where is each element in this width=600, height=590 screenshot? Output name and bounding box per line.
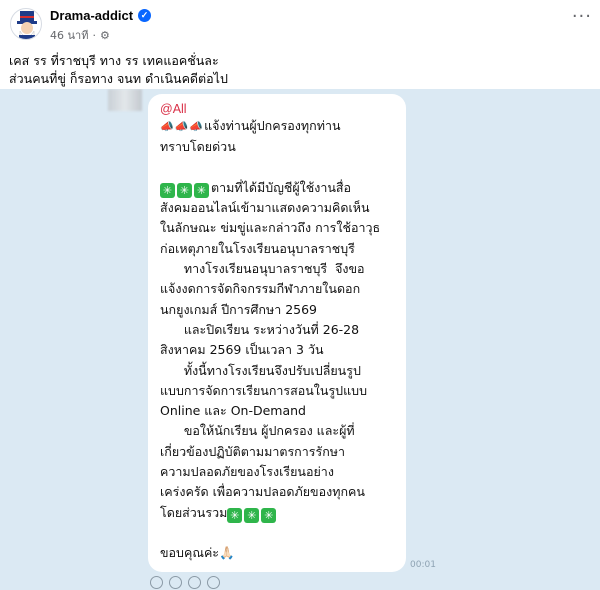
message-line-text: ในลักษณะ ข่มขู่และกล่าวถึง การใช้อาวุธ — [160, 220, 381, 236]
message-line: เคร่งครัด เพื่อความปลอดภัยของทุกคน — [160, 482, 394, 502]
message-line-text: โดยส่วนรวม — [160, 504, 228, 520]
post-meta: 46 นาที · ⚙ — [50, 26, 110, 44]
message-line-text: เกี่ยวข้องปฏิบัติตามมาตรการรักษา — [160, 443, 346, 459]
author-avatar[interactable] — [10, 8, 42, 40]
sparkle-emoji-icon: ✳ — [244, 507, 260, 523]
post-caption: เคส รร ที่ราชบุรี ทาง รร เทคแอคชั่นละ ส่… — [9, 52, 228, 88]
message-text: 📣📣📣แจ้งท่านผู้ปกครองทุกท่านทราบโดยด่วน ✳… — [160, 116, 394, 564]
message-line: Online และ On-Demand — [160, 401, 394, 421]
message-line-text: ทราบโดยด่วน — [160, 139, 236, 155]
message-line: เกี่ยวข้องปฏิบัติตามมาตรการรักษา — [160, 442, 394, 462]
reaction-icon — [169, 576, 182, 589]
message-line-text: ตามที่ได้มีบัญชีผู้ใช้งานสื่อ — [211, 179, 352, 195]
message-line: ก่อเหตุภายในโรงเรียนอนุบาลราชบุรี — [160, 239, 394, 259]
message-line: ขอบคุณค่ะ🙏🏻 — [160, 543, 394, 563]
author-name[interactable]: Drama-addict — [50, 8, 133, 23]
message-line: และปิดเรียน ระหว่างวันที่ 26-28 — [160, 320, 394, 340]
message-line: นกยูงเกมส์ ปีการศึกษา 2569 — [160, 300, 394, 320]
message-line-text: แบบการจัดการเรียนการสอนในรูปแบบ — [160, 382, 368, 398]
message-line: ขอให้นักเรียน ผู้ปกครอง และผู้ที่ — [160, 421, 394, 441]
sparkle-emoji-icon: ✳ — [227, 507, 243, 523]
verified-badge-icon: ✓ — [138, 9, 152, 22]
message-line: สิงหาคม 2569 เป็นเวลา 3 วัน — [160, 340, 394, 360]
message-time: 00:01 — [410, 560, 436, 570]
post-time[interactable]: 46 นาที — [50, 26, 88, 44]
sparkle-emoji-icon: ✳ — [261, 507, 277, 523]
message-line: ทั้งนี้ทางโรงเรียนจึงปรับเปลี่ยนรูป — [160, 361, 394, 381]
uncle-sam-avatar-icon — [17, 11, 37, 39]
message-line-text: แจ้งงดการจัดกิจกรรมกีฬาภายในดอก — [160, 281, 361, 297]
sparkle-emoji-icon: ✳ — [160, 182, 175, 198]
message-line-text: ขอบคุณค่ะ🙏🏻 — [160, 545, 235, 561]
message-line: โดยส่วนรวม ✳ ✳ ✳ — [160, 503, 394, 523]
audience-gear-icon[interactable]: ⚙ — [100, 29, 110, 42]
reaction-icon — [207, 576, 220, 589]
message-line-text: ทางโรงเรียนอนุบาลราชบุรี จึงขอ — [160, 261, 365, 277]
message-line-text — [160, 160, 164, 175]
reaction-icon — [188, 576, 201, 589]
message-line-text: แจ้งท่านผู้ปกครองทุกท่าน — [204, 118, 341, 133]
chat-screenshot[interactable]: @All 📣📣📣แจ้งท่านผู้ปกครองทุกท่านทราบโดยด… — [0, 89, 600, 590]
message-line-text: ขอให้นักเรียน ผู้ปกครอง และผู้ที่ — [160, 423, 355, 439]
caption-line: เคส รร ที่ราชบุรี ทาง รร เทคแอคชั่นละ — [9, 53, 219, 68]
message-line: ทางโรงเรียนอนุบาลราชบุรี จึงขอ — [160, 259, 394, 279]
message-line-text: และปิดเรียน ระหว่างวันที่ 26-28 — [160, 321, 360, 337]
caption-line: ส่วนคนที่ขู่ ก็รอทาง จนท ดำเนินคดีต่อไป — [9, 71, 228, 86]
message-line-text: สิงหาคม 2569 เป็นเวลา 3 วัน — [160, 342, 324, 358]
mention-all: @All — [160, 102, 187, 116]
message-line-text: สังคมออนไลน์เข้ามาแสดงความคิดเห็น — [160, 200, 370, 216]
reaction-icon — [150, 576, 163, 589]
blurred-sender-avatar — [108, 89, 142, 111]
message-bubble: @All 📣📣📣แจ้งท่านผู้ปกครองทุกท่านทราบโดยด… — [148, 94, 406, 572]
message-line-text: ความปลอดภัยของโรงเรียนอย่าง — [160, 464, 334, 480]
message-line: 📣📣📣แจ้งท่านผู้ปกครองทุกท่าน — [160, 116, 394, 137]
author-name-row: Drama-addict ✓ — [50, 8, 152, 23]
message-line-text: เคร่งครัด เพื่อความปลอดภัยของทุกคน — [160, 484, 365, 500]
message-line-text: นกยูงเกมส์ ปีการศึกษา 2569 — [160, 301, 318, 317]
message-line — [160, 523, 394, 543]
message-line: สังคมออนไลน์เข้ามาแสดงความคิดเห็น — [160, 198, 394, 218]
message-line: ทราบโดยด่วน — [160, 137, 394, 157]
sparkle-emoji-icon: ✳ — [177, 182, 192, 198]
message-line: ความปลอดภัยของโรงเรียนอย่าง — [160, 462, 394, 482]
message-line: ✳ ✳ ✳ ตามที่ได้มีบัญชีผู้ใช้งานสื่อ — [160, 178, 394, 198]
message-line-text: Online และ On-Demand — [160, 403, 306, 419]
message-line — [160, 158, 394, 178]
sparkle-emoji-icon: ✳ — [194, 182, 209, 198]
separator-dot: · — [92, 28, 96, 42]
megaphone-emoji-icon: 📣📣📣 — [160, 120, 205, 133]
message-line: ในลักษณะ ข่มขู่และกล่าวถึง การใช้อาวุธ — [160, 218, 394, 238]
message-line-text — [160, 525, 164, 540]
more-options-icon[interactable]: ··· — [572, 8, 592, 26]
message-line-text: ทั้งนี้ทางโรงเรียนจึงปรับเปลี่ยนรูป — [160, 362, 361, 378]
message-line: แบบการจัดการเรียนการสอนในรูปแบบ — [160, 381, 394, 401]
reaction-icons — [150, 576, 220, 589]
message-line-text: ก่อเหตุภายในโรงเรียนอนุบาลราชบุรี — [160, 240, 355, 256]
message-line: แจ้งงดการจัดกิจกรรมกีฬาภายในดอก — [160, 279, 394, 299]
